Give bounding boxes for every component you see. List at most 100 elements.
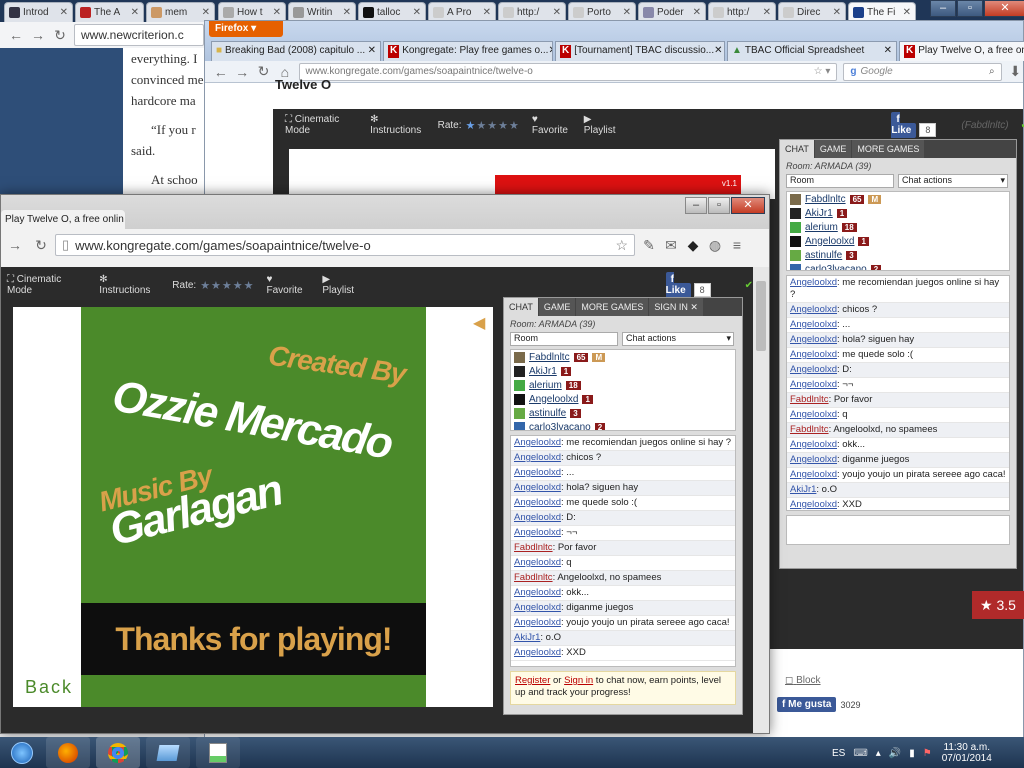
- reload-icon[interactable]: ↻: [52, 27, 68, 44]
- chat-username[interactable]: Angeloolxd: [790, 334, 837, 345]
- chevron-up-icon[interactable]: ▴: [876, 748, 881, 759]
- fb-like-button[interactable]: f Like 8: [665, 272, 721, 298]
- ff-tab[interactable]: ▲ TBAC Official Spreadsheet ✕: [727, 41, 897, 61]
- user-row[interactable]: Fabdlnltc 65 M: [511, 350, 735, 364]
- bg-tab-active[interactable]: The Fi ✕: [848, 2, 916, 22]
- chat-username[interactable]: Angeloolxd: [514, 647, 561, 658]
- download-icon[interactable]: ⬇: [1008, 63, 1023, 80]
- chrome-address-bar[interactable]: ▯ www.kongregate.com/games/soapaintnice/t…: [55, 234, 635, 256]
- close-tab-icon[interactable]: ✕: [129, 7, 139, 18]
- bookmark-star-icon[interactable]: ☆ ▾: [814, 66, 831, 77]
- bg-address-bar[interactable]: www.newcriterion.c: [74, 24, 204, 46]
- language-indicator[interactable]: ES: [832, 748, 845, 759]
- favorite-button[interactable]: ♥ Favorite: [532, 114, 572, 136]
- firefox-address-bar[interactable]: www.kongregate.com/games/soapaintnice/tw…: [298, 62, 838, 81]
- chat-actions-select[interactable]: Chat actions ▾: [622, 332, 734, 346]
- chat-username[interactable]: Angeloolxd: [790, 319, 837, 330]
- tab-more-games[interactable]: MORE GAMES: [576, 298, 649, 316]
- cinematic-mode-button[interactable]: ⛶ Cinematic Mode: [285, 114, 358, 136]
- close-tab-icon[interactable]: ✕: [551, 7, 561, 18]
- chat-username[interactable]: Angeloolxd: [514, 437, 561, 448]
- user-row[interactable]: Angeloolxd 1: [511, 392, 735, 406]
- network-icon[interactable]: ▮: [909, 748, 915, 759]
- eyedropper-icon[interactable]: ✎: [641, 237, 657, 254]
- favorite-button[interactable]: ♥ Favorite: [267, 274, 311, 296]
- ff-chat-input[interactable]: [786, 515, 1010, 545]
- back-arrow-icon[interactable]: ←: [8, 27, 24, 43]
- start-button[interactable]: [2, 737, 42, 768]
- chat-username[interactable]: Angeloolxd: [790, 499, 837, 510]
- user-row[interactable]: AkiJr1 1: [787, 206, 1009, 220]
- signin-link[interactable]: Sign in: [564, 675, 593, 686]
- playlist-button[interactable]: ▶ Playlist: [584, 114, 622, 136]
- close-tab-icon[interactable]: ✕: [621, 7, 631, 18]
- bg-tab[interactable]: http:/✕: [708, 2, 776, 22]
- close-tab-icon[interactable]: ✕: [548, 45, 552, 58]
- close-tab-icon[interactable]: ✕: [124, 214, 125, 226]
- forward-arrow-icon[interactable]: →: [30, 27, 46, 43]
- close-icon[interactable]: ✕: [690, 302, 698, 312]
- chat-username[interactable]: Angeloolxd: [790, 349, 837, 360]
- menu-icon[interactable]: ≡: [729, 237, 745, 253]
- chat-username[interactable]: Angeloolxd: [790, 364, 837, 375]
- ff-tab-active[interactable]: KPlay Twelve O, a free online g...: [899, 41, 1024, 61]
- chat-username[interactable]: Fabdlnltc: [514, 572, 553, 583]
- bg-tab[interactable]: Writin ✕: [288, 2, 356, 22]
- sound-icon[interactable]: ◀: [473, 313, 485, 333]
- bg-tab[interactable]: How t ✕: [218, 2, 286, 22]
- close-tab-icon[interactable]: ✕: [714, 45, 722, 58]
- close-tab-icon[interactable]: ✕: [691, 7, 701, 18]
- clock[interactable]: 11:30 a.m. 07/01/2014: [942, 742, 992, 764]
- chat-username[interactable]: AkiJr1: [514, 632, 540, 643]
- bookmark-star-icon[interactable]: ☆: [615, 237, 628, 254]
- user-row[interactable]: AkiJr1 1: [511, 364, 735, 378]
- tab-game[interactable]: GAME: [538, 298, 576, 316]
- block-link[interactable]: ◻ Block: [785, 675, 821, 686]
- close-tab-icon[interactable]: ✕: [200, 7, 210, 18]
- bg-tab[interactable]: http:/✕: [498, 2, 566, 22]
- chat-username[interactable]: Angeloolxd: [514, 512, 561, 523]
- chat-username[interactable]: Angeloolxd: [514, 467, 561, 478]
- close-tab-icon[interactable]: ✕: [831, 7, 841, 18]
- taskbar-firefox[interactable]: [46, 737, 90, 768]
- user-row[interactable]: carlo3lvacano 2: [511, 420, 735, 430]
- close-tab-icon[interactable]: ✕: [368, 45, 376, 58]
- fb-me-gusta[interactable]: f Me gusta 3029: [777, 697, 860, 712]
- close-tab-icon[interactable]: ✕: [884, 45, 892, 58]
- chat-actions-select[interactable]: Chat actions ▾: [898, 174, 1008, 188]
- chat-username[interactable]: Angeloolxd: [514, 557, 561, 568]
- tab-chat[interactable]: CHAT: [504, 298, 538, 316]
- chat-username[interactable]: Angeloolxd: [790, 439, 837, 450]
- instructions-button[interactable]: ✻ Instructions: [370, 114, 426, 136]
- bg-tab[interactable]: Porto ✕: [568, 2, 636, 22]
- bg-tab[interactable]: Poder ✕: [638, 2, 706, 22]
- chat-username[interactable]: Angeloolxd: [514, 482, 561, 493]
- bg-tab[interactable]: A Pro ✕: [428, 2, 496, 22]
- chat-username[interactable]: Angeloolxd: [514, 497, 561, 508]
- rating-stars[interactable]: ★★★★★: [466, 119, 520, 132]
- reload-icon[interactable]: ↻: [33, 237, 49, 254]
- close-tab-icon[interactable]: ✕: [901, 7, 911, 18]
- ff-tab[interactable]: ■ Breaking Bad (2008) capitulo ... ✕: [211, 41, 381, 61]
- instructions-button[interactable]: ✻ Instructions: [99, 274, 160, 296]
- cat-extension-icon[interactable]: ◆: [685, 237, 701, 254]
- close-tab-icon[interactable]: ✕: [58, 7, 68, 18]
- back-button[interactable]: Back: [25, 677, 73, 698]
- user-row[interactable]: Angeloolxd 1: [787, 234, 1009, 248]
- bg-tab[interactable]: Direc ✕: [778, 2, 846, 22]
- user-row[interactable]: alerium 18: [787, 220, 1009, 234]
- ff-tab[interactable]: K [Tournament] TBAC discussio... ✕: [555, 41, 725, 61]
- chat-username[interactable]: Angeloolxd: [790, 379, 837, 390]
- game-canvas[interactable]: Created By Ozzie Mercado Music By Garlag…: [13, 307, 493, 707]
- tab-chat[interactable]: CHAT: [780, 140, 814, 158]
- volume-icon[interactable]: 🔊: [889, 748, 901, 759]
- chrome-tab[interactable]: Play Twelve O, a free onlin✕: [1, 210, 125, 230]
- user-row[interactable]: astinulfe 3: [511, 406, 735, 420]
- back-arrow-icon[interactable]: ←: [213, 64, 228, 80]
- close-tab-icon[interactable]: ✕: [411, 7, 421, 18]
- globe-icon[interactable]: ◍: [707, 237, 723, 254]
- firefox-menu-button[interactable]: Firefox ▾: [209, 21, 283, 37]
- close-icon[interactable]: ✕: [984, 0, 1024, 17]
- taskbar-explorer[interactable]: [146, 737, 190, 768]
- close-tab-icon[interactable]: ✕: [271, 7, 281, 18]
